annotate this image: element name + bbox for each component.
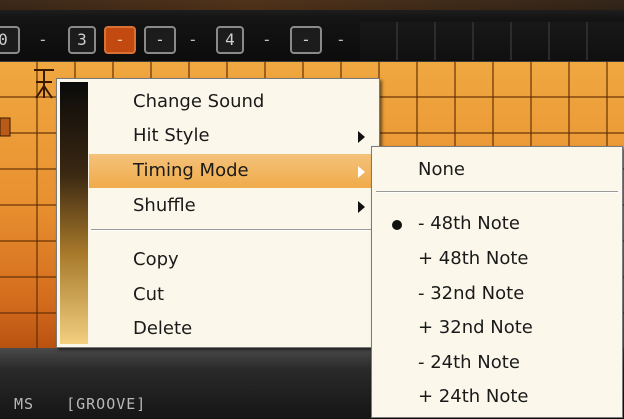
groove-label[interactable]: [GROOVE] <box>66 395 146 413</box>
bottom-labels: MS [GROOVE] <box>14 395 168 413</box>
menu-item-label: Hit Style <box>133 125 210 146</box>
step-button-dash[interactable]: - <box>144 26 176 54</box>
step-button-4[interactable]: 4 <box>216 26 244 54</box>
step-button-dash-2[interactable]: - <box>290 26 322 54</box>
step-grid-header <box>360 22 624 60</box>
menu-divider <box>91 229 375 231</box>
step-button-active[interactable]: - <box>104 26 136 54</box>
submenu-item-label: + 24th Note <box>418 386 529 407</box>
submenu-item-plus-48th[interactable]: + 48th Note <box>372 242 622 276</box>
submenu-divider <box>376 191 618 193</box>
step-toolbar: 0 - 3 - - - 4 - - - <box>0 0 624 62</box>
submenu-item-plus-32nd[interactable]: + 32nd Note <box>372 311 622 345</box>
menu-item-copy[interactable]: Copy <box>89 243 377 277</box>
submenu-item-label: None <box>418 159 465 180</box>
step-separator: - <box>38 30 48 49</box>
menu-item-timing-mode[interactable]: Timing Mode <box>89 154 377 188</box>
submenu-item-none[interactable]: None <box>372 153 622 187</box>
menu-item-label: Timing Mode <box>133 160 249 181</box>
submenu-item-minus-48th[interactable]: - 48th Note <box>372 207 622 241</box>
context-menu: Change Sound Hit Style Timing Mode Shuff… <box>56 78 380 348</box>
menu-item-label: Cut <box>133 284 165 305</box>
submenu-item-label: - 24th Note <box>418 352 520 373</box>
menu-item-shuffle[interactable]: Shuffle <box>89 189 377 223</box>
submenu-item-plus-24th[interactable]: + 24th Note <box>372 380 622 414</box>
submenu-item-label: - 48th Note <box>418 213 520 234</box>
submenu-item-label: - 32nd Note <box>418 283 525 304</box>
menu-item-label: Delete <box>133 318 193 339</box>
menu-gradient-strip <box>60 82 88 344</box>
submenu-arrow-icon <box>358 131 365 143</box>
selected-bullet-icon <box>392 220 402 230</box>
menu-item-cut[interactable]: Cut <box>89 278 377 312</box>
timing-mode-submenu: None - 48th Note + 48th Note - 32nd Note… <box>371 146 623 418</box>
menu-item-label: Change Sound <box>133 91 265 112</box>
instrument-icons <box>0 62 56 142</box>
submenu-item-label: + 32nd Note <box>418 317 533 338</box>
toolbar-glow <box>0 0 624 10</box>
submenu-arrow-icon <box>358 201 365 213</box>
menu-item-delete[interactable]: Delete <box>89 312 377 346</box>
menu-item-label: Copy <box>133 249 179 270</box>
step-separator: - <box>262 30 272 49</box>
submenu-arrow-icon <box>358 166 365 178</box>
mode-label[interactable]: MS <box>14 395 34 413</box>
menu-item-label: Shuffle <box>133 195 196 216</box>
submenu-item-label: + 48th Note <box>418 248 529 269</box>
menu-item-hit-style[interactable]: Hit Style <box>89 119 377 153</box>
step-button-3[interactable]: 3 <box>68 26 96 54</box>
step-button-0[interactable]: 0 <box>0 26 20 54</box>
drum-stand-icon <box>0 69 54 137</box>
step-separator: - <box>188 30 198 49</box>
submenu-item-minus-32nd[interactable]: - 32nd Note <box>372 277 622 311</box>
step-separator: - <box>336 30 346 49</box>
submenu-item-minus-24th[interactable]: - 24th Note <box>372 346 622 380</box>
menu-item-change-sound[interactable]: Change Sound <box>89 85 377 119</box>
